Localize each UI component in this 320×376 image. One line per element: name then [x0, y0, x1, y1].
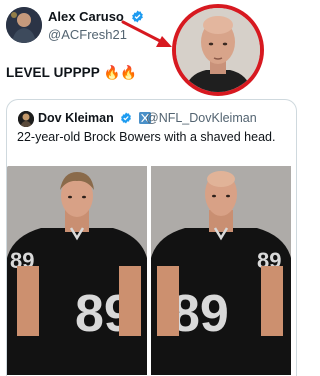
author-avatar[interactable]	[6, 7, 42, 43]
quote-text: 22-year-old Brock Bowers with a shaved h…	[17, 130, 276, 144]
author-avatar-image	[6, 7, 42, 43]
player-before-image: 89 89	[7, 166, 147, 375]
author-name-row[interactable]: Alex Caruso	[48, 9, 144, 24]
tweet-text: LEVEL UPPPP 🔥🔥	[6, 65, 138, 80]
inset-portrait-image	[172, 4, 264, 96]
quote-avatar-image	[18, 111, 34, 127]
svg-text:89: 89	[171, 285, 229, 343]
verified-badge-icon	[121, 112, 132, 124]
player-photo-after[interactable]: 89 89	[151, 166, 291, 375]
quote-author-name-row[interactable]: Dov Kleiman	[38, 111, 151, 125]
verified-badge-icon	[131, 10, 143, 23]
player-after-image: 89 89	[151, 166, 291, 375]
author-handle[interactable]: @ACFresh21	[48, 27, 127, 42]
quote-author-avatar[interactable]	[18, 111, 34, 127]
quote-author-name[interactable]: Dov Kleiman	[38, 111, 114, 125]
player-photo-before[interactable]: 89 89	[7, 166, 147, 375]
quote-author-handle[interactable]: @NFL_DovKleiman	[146, 111, 257, 125]
author-name[interactable]: Alex Caruso	[48, 9, 124, 24]
